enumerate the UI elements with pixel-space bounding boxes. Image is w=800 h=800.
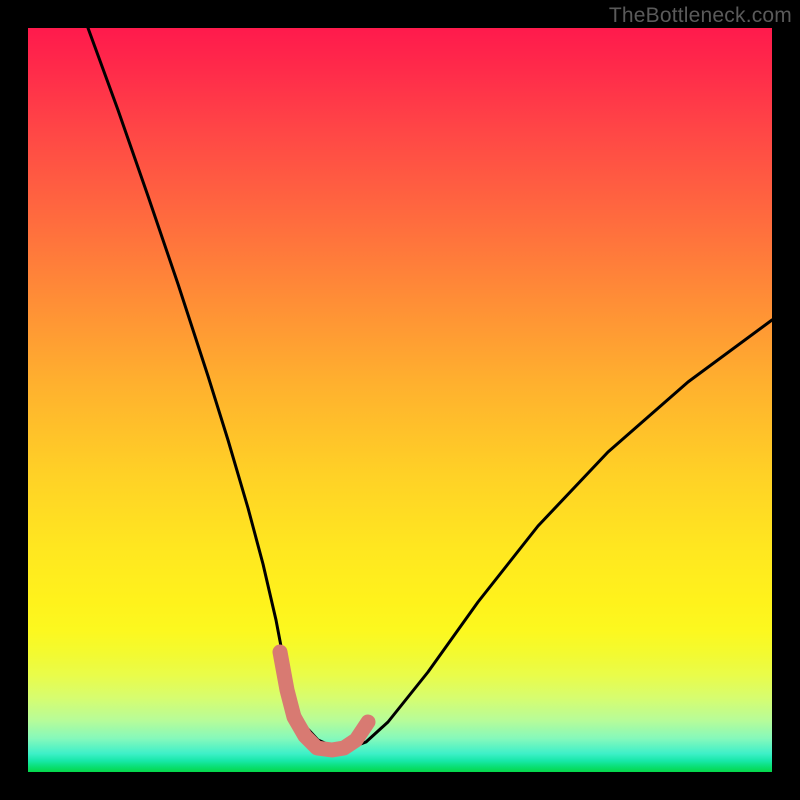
chart-frame: TheBottleneck.com [0,0,800,800]
plot-area [28,28,772,772]
watermark-text: TheBottleneck.com [609,4,792,28]
valley-marker [280,652,368,750]
bottleneck-curve [88,28,772,748]
curve-layer [28,28,772,772]
